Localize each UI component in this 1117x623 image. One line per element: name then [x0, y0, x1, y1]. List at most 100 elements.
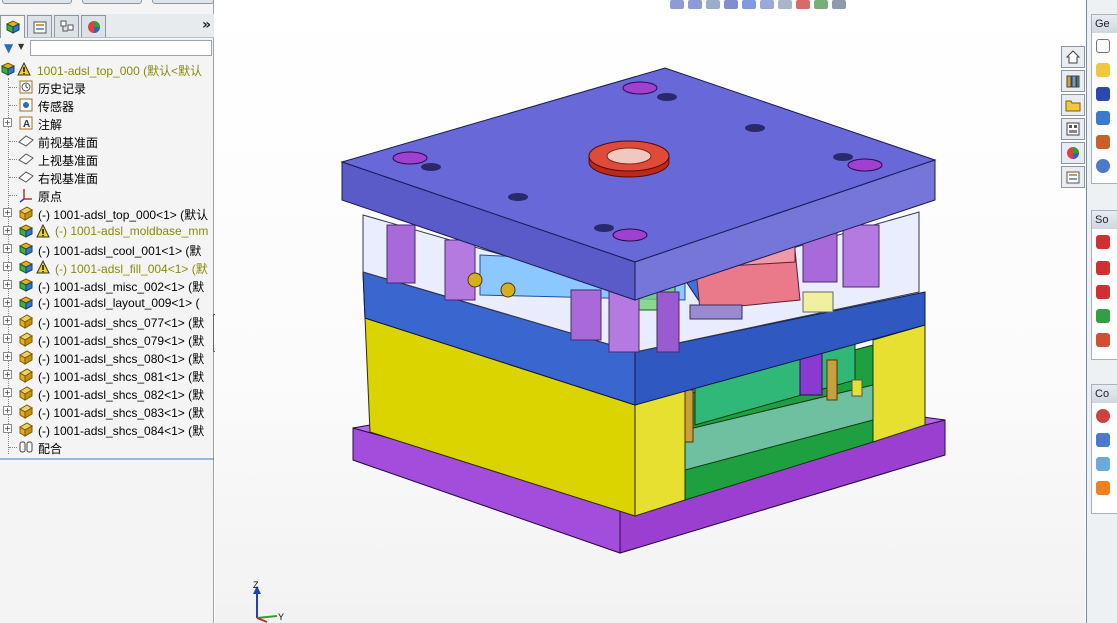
info-icon[interactable] — [1096, 159, 1110, 173]
tool-icon[interactable] — [1096, 309, 1110, 323]
tutorials-icon[interactable] — [1096, 87, 1110, 101]
y-axis-line — [256, 615, 278, 619]
feature-tree: 1001-adsl_top_000 (默认<默认 历史记录 传感器 + A 注解 前视基准面… — [0, 60, 214, 460]
tree-item[interactable]: + (-) 1001-adsl_shcs_081<1> (默 — [0, 366, 214, 384]
tree-root-assembly[interactable]: 1001-adsl_top_000 (默认<默认 — [0, 60, 214, 78]
tree-item-label: (-) 1001-adsl_shcs_084<1> (默 — [38, 424, 205, 438]
expand-toggle-icon[interactable]: + — [3, 244, 12, 253]
x-axis-line — [256, 617, 268, 623]
tree-item[interactable]: + A 注解 — [0, 114, 214, 132]
tree-item[interactable]: + (-) 1001-adsl_moldbase_mm — [0, 222, 214, 240]
tree-item[interactable]: 历史记录 — [0, 78, 214, 96]
tree-item[interactable]: + (-) 1001-adsl_shcs_077<1> (默 — [0, 312, 214, 330]
support-block-left — [634, 389, 686, 517]
help-icon[interactable] — [1096, 111, 1110, 125]
tree-item-label: 传感器 — [38, 100, 75, 114]
tree-item[interactable]: 右视基准面 — [0, 168, 214, 186]
expand-toggle-icon[interactable]: + — [3, 280, 12, 289]
tab-design-library[interactable] — [1061, 70, 1085, 92]
tab-custom-properties[interactable] — [1061, 166, 1085, 188]
tree-item[interactable]: + (-) 1001-adsl_shcs_080<1> (默 — [0, 348, 214, 366]
tree-item[interactable]: + (-) 1001-adsl_fill_004<1> (默 — [0, 258, 214, 276]
expand-toggle-icon[interactable]: + — [3, 208, 12, 217]
filter-input[interactable] — [30, 40, 212, 56]
tool-icon[interactable] — [1096, 285, 1110, 299]
expand-toggle-icon[interactable]: + — [3, 406, 12, 415]
menu-tab[interactable] — [82, 0, 142, 4]
community-icon[interactable] — [1096, 409, 1110, 423]
tab-display-manager[interactable] — [81, 15, 106, 37]
tab-appearances[interactable] — [1061, 142, 1085, 164]
tree-item[interactable]: + (-) 1001-adsl_layout_009<1> ( — [0, 294, 214, 312]
expand-toggle-icon[interactable]: + — [3, 316, 12, 325]
expand-toggle-icon[interactable]: + — [3, 352, 12, 361]
expand-toggle-icon[interactable]: + — [3, 262, 12, 271]
filter-icon[interactable]: ▼ — [4, 41, 13, 55]
cooling-fitting — [467, 272, 483, 288]
property-manager-icon — [33, 21, 46, 33]
tree-item[interactable]: + (-) 1001-adsl_top_000<1> (默认 — [0, 204, 214, 222]
discussion-icon[interactable] — [1096, 457, 1110, 471]
tree-item-label: 配合 — [38, 442, 63, 456]
expand-toggle-icon[interactable]: + — [3, 226, 12, 235]
tree-item-label: 原点 — [38, 190, 63, 204]
tree-item[interactable]: 原点 — [0, 186, 214, 204]
tree-item[interactable]: 配合 — [0, 438, 214, 456]
whats-new-icon[interactable] — [1096, 135, 1110, 149]
task-pane-section-community: Co — [1091, 384, 1117, 514]
tool-icon[interactable] — [1096, 261, 1110, 275]
tree-item[interactable]: + (-) 1001-adsl_misc_002<1> (默 — [0, 276, 214, 294]
configuration-manager-icon — [60, 20, 73, 31]
new-document-icon[interactable] — [1096, 39, 1110, 53]
tree-item[interactable]: + (-) 1001-adsl_shcs_084<1> (默 — [0, 420, 214, 438]
y-axis-label: Y — [278, 612, 284, 622]
tree-item[interactable]: + (-) 1001-adsl_shcs_082<1> (默 — [0, 384, 214, 402]
rss-icon[interactable] — [1096, 481, 1110, 495]
history-icon — [18, 79, 34, 95]
tab-configuration-manager[interactable] — [54, 15, 79, 37]
tree-item-label: (-) 1001-adsl_layout_009<1> ( — [38, 296, 200, 310]
expand-toggle-icon[interactable]: + — [3, 370, 12, 379]
task-pane-section-solidworks-tools: So — [1091, 210, 1117, 360]
filter-dropdown-icon[interactable]: ▼ — [18, 42, 24, 51]
expand-toggle-icon[interactable]: + — [3, 118, 12, 127]
tree-item[interactable]: 上视基准面 — [0, 150, 214, 168]
expand-toggle-icon[interactable]: + — [3, 424, 12, 433]
tree-item-label: (-) 1001-adsl_shcs_081<1> (默 — [38, 370, 205, 384]
section-header[interactable]: Co — [1092, 385, 1117, 403]
tool-icon[interactable] — [1096, 333, 1110, 347]
tree-item[interactable]: 前视基准面 — [0, 132, 214, 150]
plane-icon — [18, 151, 34, 167]
menu-tab[interactable] — [152, 0, 214, 4]
tree-item[interactable]: + (-) 1001-adsl_shcs_079<1> (默 — [0, 330, 214, 348]
tool-icon[interactable] — [1096, 235, 1110, 249]
tree-item-label: (-) 1001-adsl_top_000<1> (默认 — [38, 208, 209, 222]
expand-toggle-icon[interactable]: + — [3, 388, 12, 397]
tree-item[interactable]: + (-) 1001-adsl_cool_001<1> (默 — [0, 240, 214, 258]
z-axis-label: Z — [253, 580, 259, 590]
tree-item[interactable]: + (-) 1001-adsl_shcs_083<1> (默 — [0, 402, 214, 420]
task-pane-tab-bar — [1061, 46, 1085, 196]
open-document-icon[interactable] — [1096, 63, 1110, 77]
tab-property-manager[interactable] — [27, 15, 52, 37]
svg-text:A: A — [23, 119, 30, 130]
folder-icon — [1065, 100, 1081, 112]
expand-toggle-icon[interactable]: + — [3, 334, 12, 343]
section-header[interactable]: So — [1092, 211, 1117, 229]
graphics-viewport[interactable]: Z Y — [215, 0, 1085, 623]
guide-pillar — [570, 289, 602, 341]
tree-item-label: 上视基准面 — [38, 154, 99, 168]
user-groups-icon[interactable] — [1096, 433, 1110, 447]
tab-file-explorer[interactable] — [1061, 94, 1085, 116]
mold-assembly-model[interactable] — [215, 0, 1085, 623]
subassembly-icon — [18, 277, 34, 293]
expand-toggle-icon[interactable]: + — [3, 298, 12, 307]
screw-counterbore — [745, 124, 765, 132]
tab-feature-manager[interactable] — [0, 15, 25, 38]
tree-item[interactable]: 传感器 — [0, 96, 214, 114]
section-header[interactable]: Ge — [1092, 15, 1117, 33]
tab-view-palette[interactable] — [1061, 118, 1085, 140]
expand-panel-icon[interactable]: » — [202, 17, 211, 33]
menu-tab[interactable] — [2, 0, 72, 4]
tab-solidworks-resources[interactable] — [1061, 46, 1085, 68]
